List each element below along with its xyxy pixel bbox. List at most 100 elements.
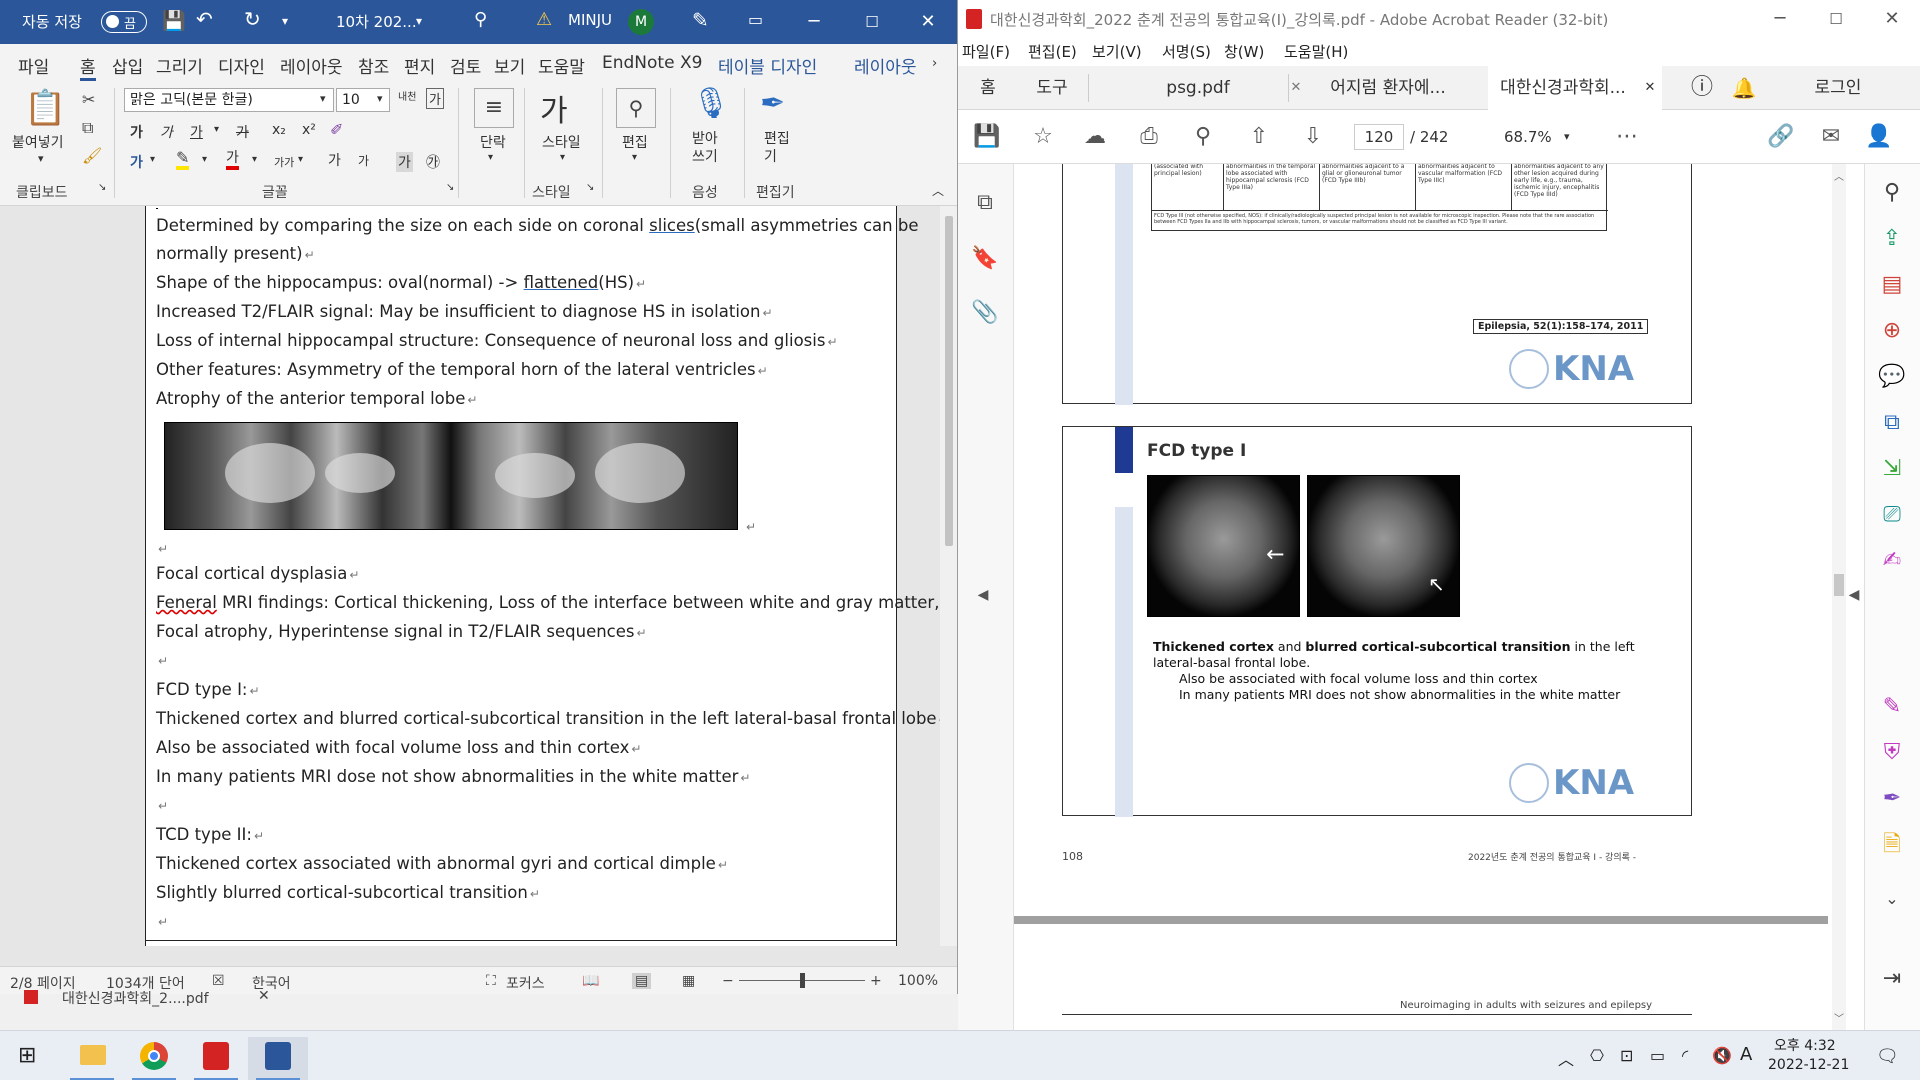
find-icon[interactable]: ⚲ <box>616 88 656 128</box>
read-mode-icon[interactable]: 📖 <box>582 973 599 989</box>
tray-app-icon[interactable]: ⊡ <box>1620 1046 1633 1065</box>
clock-date[interactable]: 2022-12-21 <box>1768 1057 1849 1073</box>
sign-icon[interactable]: ✒ <box>1877 784 1907 814</box>
print-icon[interactable]: ⎙ <box>1134 123 1164 151</box>
editing-chevron-icon[interactable]: ▾ <box>632 152 637 163</box>
tab-references[interactable]: 참조 <box>358 53 389 78</box>
organize-pages-icon[interactable]: ▤ <box>1877 270 1907 300</box>
tab-table-layout[interactable]: 레이아웃 <box>854 53 917 78</box>
export-pdf-icon[interactable]: ⇪ <box>1877 224 1907 254</box>
file-explorer-icon[interactable] <box>62 1037 122 1080</box>
zoom-level[interactable]: 100% <box>898 973 938 989</box>
tab-insert[interactable]: 삽입 <box>112 53 143 78</box>
superscript-button[interactable]: x² <box>302 122 316 138</box>
zoom-level[interactable]: 68.7% <box>1504 128 1552 146</box>
strikethrough-button[interactable]: 가 <box>236 122 249 142</box>
tray-expand-icon[interactable]: ︿ <box>1558 1046 1574 1070</box>
tab-tools[interactable]: 도구 <box>1022 66 1082 110</box>
styles-chevron-icon[interactable]: ▾ <box>560 152 565 163</box>
zoom-out-button[interactable]: − <box>722 973 734 989</box>
menu-sign[interactable]: 서명(S) <box>1162 41 1211 62</box>
battery-icon[interactable]: ▭ <box>1650 1046 1665 1065</box>
tab-review[interactable]: 검토 <box>450 53 481 78</box>
close-button[interactable]: ✕ <box>1870 4 1914 34</box>
wifi-icon[interactable]: ◜ <box>1682 1046 1688 1065</box>
dictate-label[interactable]: 받아쓰기 <box>692 130 722 166</box>
menu-window[interactable]: 창(W) <box>1224 41 1264 62</box>
grow-font-button[interactable]: 가 <box>328 150 341 170</box>
menu-file[interactable]: 파일(F) <box>962 41 1010 62</box>
pdf-viewport[interactable]: FCD Type III (associated with principal … <box>1014 164 1864 1030</box>
acrobat-taskbar-icon[interactable] <box>186 1037 246 1080</box>
scroll-up-icon[interactable]: ︿ <box>1834 168 1844 183</box>
ribbon-scroll-right-icon[interactable]: › <box>932 56 937 71</box>
font-name-chevron-icon[interactable]: ▾ <box>320 92 326 105</box>
notification-bell-icon[interactable]: 🔔 <box>1724 66 1764 110</box>
ime-indicator[interactable]: A <box>1740 1044 1752 1065</box>
collapse-tools-icon[interactable]: ⇥ <box>1877 964 1907 994</box>
menu-help[interactable]: 도움말(H) <box>1284 41 1348 62</box>
doc-name-chevron-icon[interactable]: ▾ <box>416 14 422 28</box>
word-taskbar-icon[interactable] <box>248 1037 308 1080</box>
zoom-chevron-icon[interactable]: ▾ <box>1564 130 1570 143</box>
font-size-chevron-icon[interactable]: ▾ <box>377 92 383 105</box>
tab-help[interactable]: 도움말 <box>538 53 585 78</box>
close-tab-icon[interactable]: ✕ <box>1638 66 1662 110</box>
combine-files-icon[interactable]: ⧉ <box>1877 408 1907 438</box>
zoom-in-button[interactable]: + <box>870 973 882 989</box>
chrome-icon[interactable] <box>124 1037 184 1080</box>
paragraph-icon[interactable]: ≡ <box>474 88 514 128</box>
editor-icon[interactable]: ✒ <box>760 86 785 121</box>
print-layout-icon[interactable]: ▤ <box>632 973 652 989</box>
paragraph-chevron-icon[interactable]: ▾ <box>488 152 493 163</box>
clear-format-button[interactable]: 가 <box>426 88 444 109</box>
tab-view[interactable]: 보기 <box>494 53 525 78</box>
editor-label[interactable]: 편집기 <box>764 130 794 166</box>
close-icon[interactable]: ✕ <box>258 988 270 1004</box>
styles-launcher-icon[interactable]: ↘ <box>586 182 594 193</box>
share-link-icon[interactable]: 🔗 <box>1766 123 1796 151</box>
document-page[interactable]: Determined by comparing the size on each… <box>145 206 940 946</box>
bold-button[interactable]: 가 <box>130 122 143 142</box>
customize-qat-icon[interactable]: ▾ <box>282 14 288 28</box>
highlight-chevron-icon[interactable]: ▾ <box>202 154 207 165</box>
zoom-slider-knob[interactable] <box>800 973 805 988</box>
tab-home[interactable]: 홈 <box>968 66 1008 110</box>
char-spacing-chevron-icon[interactable]: ▾ <box>298 154 303 165</box>
highlight-icon[interactable]: ✎ <box>176 150 190 170</box>
proofing-icon[interactable]: ☒ <box>212 973 225 989</box>
pages-thumbnails-icon[interactable]: ⧉ <box>970 188 1000 218</box>
menu-view[interactable]: 보기(V) <box>1092 41 1142 62</box>
zoom-tool-icon[interactable]: ⚲ <box>1877 178 1907 208</box>
focus-mode[interactable]: 포커스 <box>506 973 545 993</box>
document-name[interactable]: 10차 202... <box>336 11 417 32</box>
meet-now-icon[interactable]: ⎔ <box>1590 1046 1604 1065</box>
underline-button[interactable]: 가 <box>190 122 203 142</box>
font-color-button[interactable]: 가 <box>226 150 239 170</box>
text-effects-button[interactable]: 가 <box>130 152 143 172</box>
notes-icon[interactable]: 🗎 <box>1877 830 1907 860</box>
comment-icon[interactable]: 💬 <box>1877 362 1907 392</box>
focus-icon[interactable]: ⛶ <box>486 973 496 989</box>
font-launcher-icon[interactable]: ↘ <box>446 182 454 193</box>
format-painter-icon[interactable]: 🖌 <box>82 146 102 165</box>
tab-endnote[interactable]: EndNote X9 <box>602 53 702 73</box>
italic-button[interactable]: 가 <box>160 122 173 142</box>
minimize-button[interactable]: ─ <box>1758 4 1802 34</box>
maximize-button[interactable]: ☐ <box>850 6 894 38</box>
bookmarks-icon[interactable]: 🔖 <box>970 244 1000 274</box>
paste-label[interactable]: 붙여넣기 <box>12 132 64 152</box>
subscript-button[interactable]: x₂ <box>272 122 286 138</box>
ribbon-display-icon[interactable]: ▭ <box>748 10 763 29</box>
mri-image[interactable] <box>164 422 738 530</box>
start-windows-icon[interactable]: ⊞ <box>18 1043 36 1068</box>
more-tools-icon[interactable]: ⌄ <box>1877 884 1907 914</box>
tab-file[interactable]: 파일 <box>18 53 49 78</box>
shrink-font-button[interactable]: 가 <box>358 152 369 169</box>
tab-document[interactable]: 어지럼 환자에... <box>1298 66 1478 110</box>
clipboard-launcher-icon[interactable]: ↘ <box>98 182 106 193</box>
char-shading-button[interactable]: 가 <box>396 152 413 172</box>
close-button[interactable]: ✕ <box>906 6 950 38</box>
scrollbar-thumb[interactable] <box>945 216 953 546</box>
styles-icon[interactable]: 가 <box>540 86 568 130</box>
